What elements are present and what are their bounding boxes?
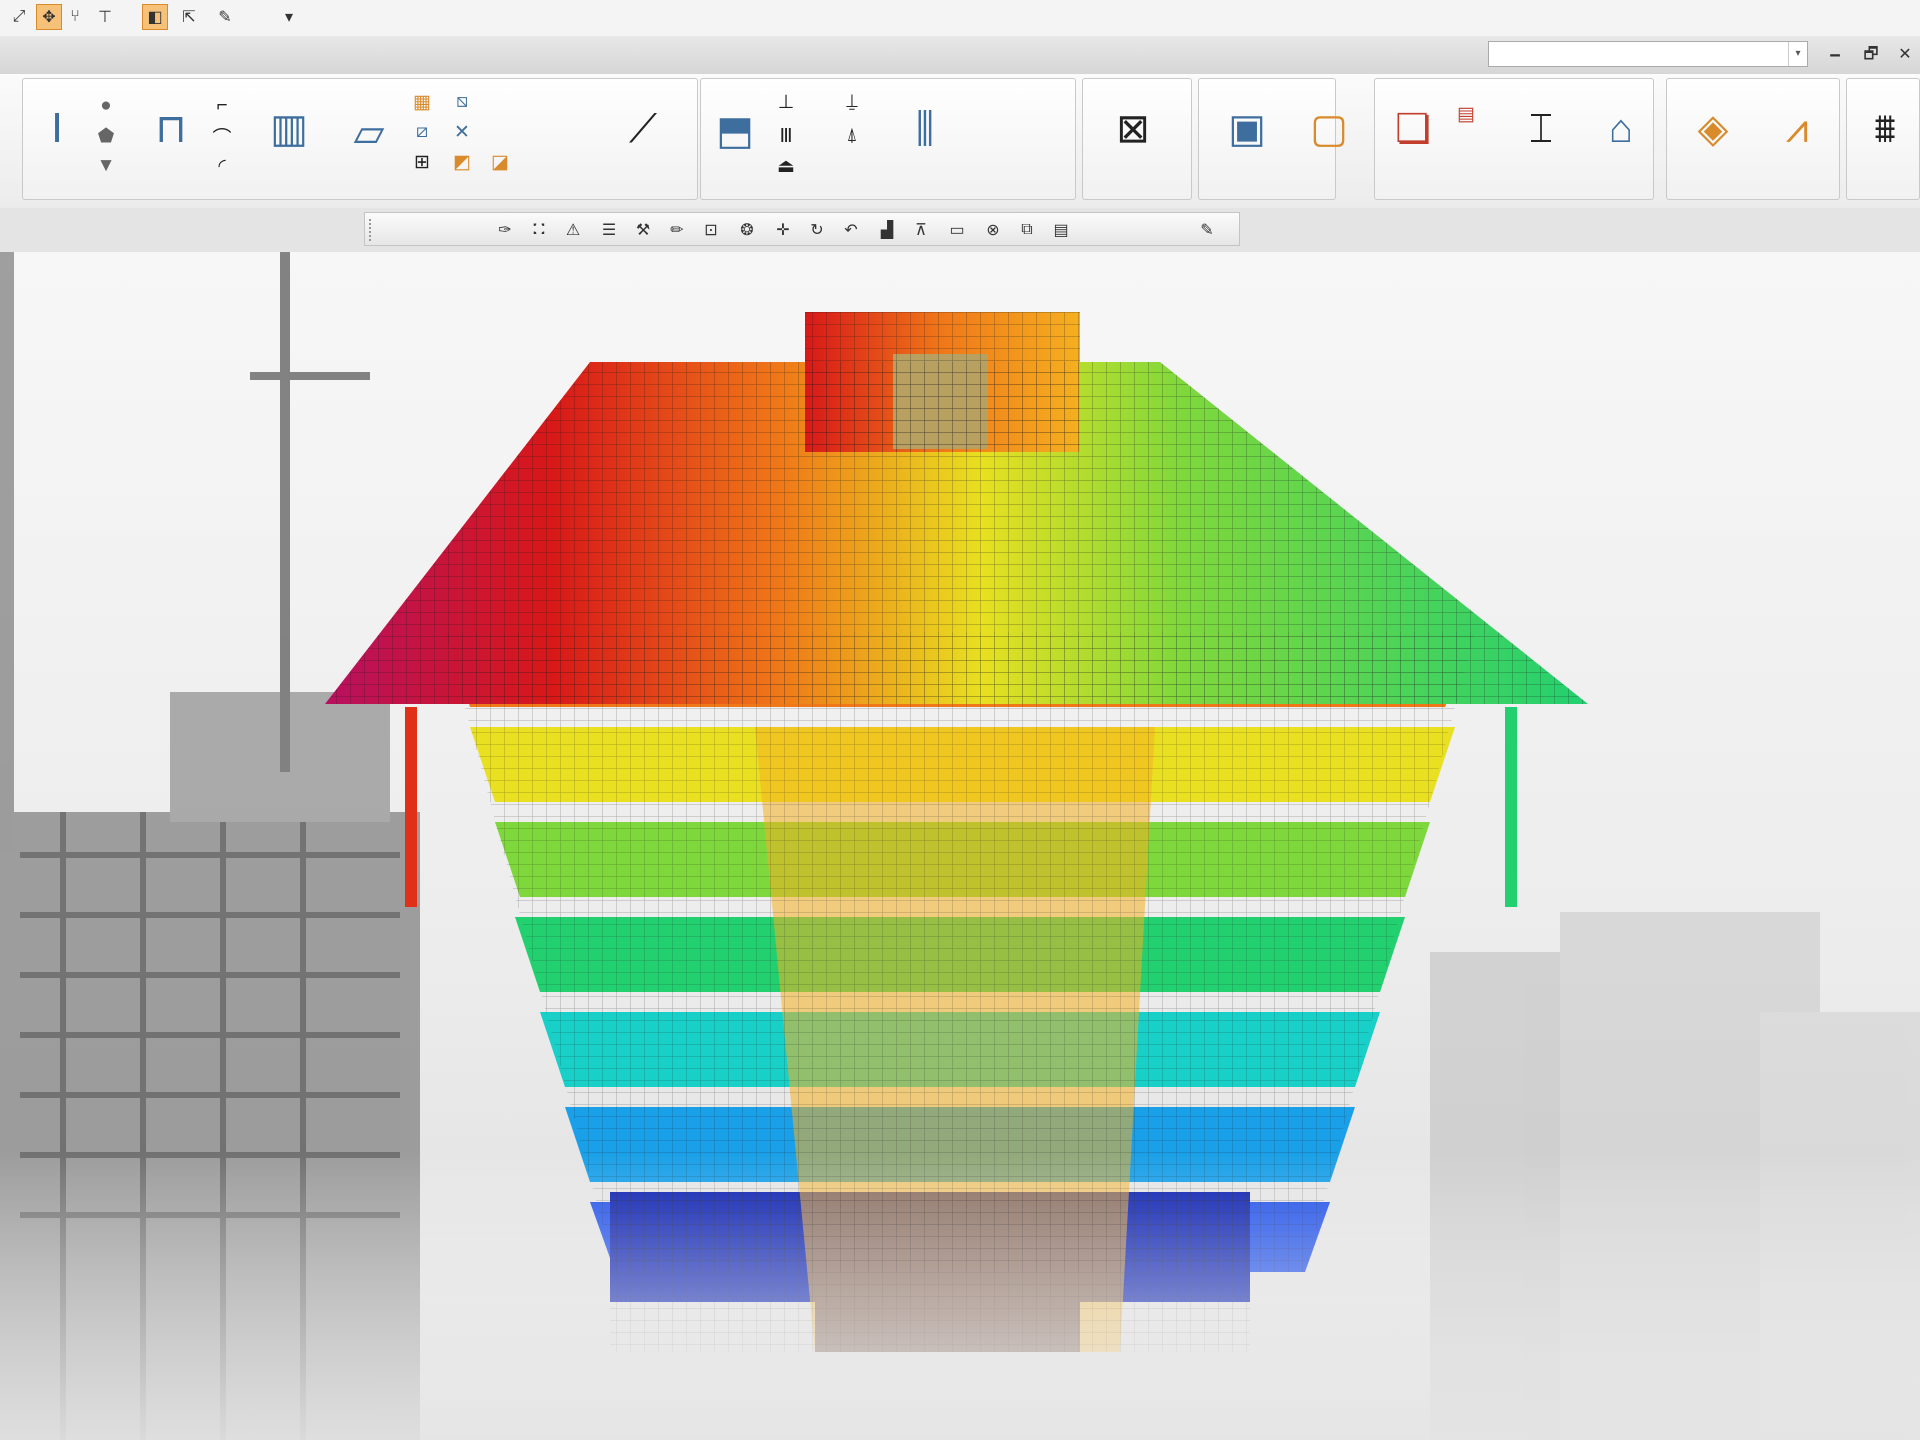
foundation-icon[interactable]: ⬒ xyxy=(708,102,762,160)
undo-icon[interactable]: ↶ xyxy=(839,218,863,242)
hatch-icon[interactable]: ⧅ xyxy=(448,88,476,116)
point-support-icon[interactable]: ⍊ xyxy=(838,88,866,116)
search-input[interactable]: ▾ xyxy=(1488,41,1808,67)
column-tool-icon[interactable]: Ⅰ xyxy=(30,100,84,158)
curved-beam-icon[interactable]: ⌒ xyxy=(208,122,236,150)
wall-tool-icon[interactable]: ▥ xyxy=(262,100,316,158)
minimize-window-icon[interactable]: 🗕 xyxy=(1822,44,1848,66)
tapered-section-icon[interactable]: ⬟ xyxy=(92,122,120,150)
bridge-icon[interactable]: ⊼ xyxy=(909,218,933,242)
color-wheel-icon[interactable]: ❂ xyxy=(735,218,759,242)
building-icon[interactable]: ⌂ xyxy=(1594,100,1648,158)
panel-icon[interactable]: ⊞ xyxy=(408,148,436,176)
beam-frame-icon[interactable]: ⊓ xyxy=(144,100,198,158)
render-icon[interactable]: ◈ xyxy=(1686,100,1740,158)
chart-icon[interactable]: ▟ xyxy=(875,218,899,242)
funnel-section-icon[interactable]: ▼ xyxy=(92,152,120,180)
support-icon[interactable]: ⊥ xyxy=(772,88,800,116)
sub-toolbar-bar: ✑ ⛚ ⚠ ☰ ⚒ ✏ ⊡ ❂ ✛ ↻ ↶ ▟ ⊼ ▭ ⊗ ⧉ ▤ ✎ xyxy=(0,208,1920,253)
spring-icon[interactable]: ⍋ xyxy=(838,122,866,150)
fork-icon[interactable]: ⑂ xyxy=(62,4,88,30)
report-item-icon[interactable]: ▤ xyxy=(1452,100,1480,128)
paint-icon[interactable]: ⛚ xyxy=(527,218,551,242)
section-design-icon[interactable]: ⌶ xyxy=(1514,100,1568,158)
panel-view-icon[interactable]: ▤ xyxy=(1049,218,1073,242)
load-panel-icon[interactable]: ◪ xyxy=(486,148,514,176)
frame-icon[interactable]: ⊡ xyxy=(699,218,723,242)
pedestal-icon[interactable]: ⏏ xyxy=(772,152,800,180)
move-icon[interactable]: ✛ xyxy=(771,218,795,242)
structure-icon[interactable]: ⩩ xyxy=(1858,100,1912,158)
frame-analysis-icon[interactable]: ⊠ xyxy=(1106,100,1160,158)
grid-icon[interactable]: ▦ xyxy=(408,88,436,116)
window-icon[interactable]: ▭ xyxy=(945,218,969,242)
viewport-canvas[interactable] xyxy=(0,252,1920,1440)
bracket-icon[interactable]: ⌐ xyxy=(208,92,236,120)
title-bar: ▾ 🗕 🗗 ✕ xyxy=(0,36,1920,75)
quick-access-toolbar: ⤢ ✥ ⑂ ⊤ ◧ ⇱ ✎ ▾ xyxy=(0,0,1920,37)
pencil-icon[interactable]: ✏ xyxy=(665,218,689,242)
binoculars-icon[interactable]: ⊗ xyxy=(981,218,1005,242)
select-icon[interactable]: ⤢ xyxy=(6,4,32,30)
ribbon: Ⅰ ● ⬟ ▼ ⊓ ⌐ ⌒ ◜ ▥ ⏥ ▦ ⧄ ⊞ ⧅ ✕ ◩ ◪ ⟋ ⬒ ⊥ Ⅲ ⏏ ⍊ ⍋ ⫼ ⊠ ▣ ▢ ❏ ▤ ⌶ ⌂ ◈ ⩘ ⩩ xyxy=(0,74,1920,209)
node-icon[interactable]: ◧ xyxy=(142,4,168,30)
search-dropdown-icon[interactable]: ▾ xyxy=(1788,42,1807,66)
opening-icon[interactable]: ⧄ xyxy=(408,118,436,146)
stair-icon[interactable]: ⟋ xyxy=(616,100,670,158)
rotate-icon[interactable]: ↻ xyxy=(805,218,829,242)
measure-icon[interactable]: ⇱ xyxy=(176,4,202,30)
edit-pen-icon[interactable]: ✎ xyxy=(1195,218,1219,242)
slab-tool-icon[interactable]: ⏥ xyxy=(342,104,396,162)
restore-window-icon[interactable]: 🗗 xyxy=(1858,44,1884,66)
column-grid-icon[interactable]: ⫼ xyxy=(898,100,952,158)
model-viewport[interactable] xyxy=(0,252,1920,1440)
pen-icon[interactable]: ✎ xyxy=(212,4,238,30)
view-window-icon[interactable]: ▣ xyxy=(1220,100,1274,158)
dimension-icon[interactable]: ⊤ xyxy=(92,4,118,30)
reports-icon[interactable]: ❏ xyxy=(1386,100,1440,158)
cross-icon[interactable]: ✕ xyxy=(448,118,476,146)
sub-toolbar: ✑ ⛚ ⚠ ☰ ⚒ ✏ ⊡ ❂ ✛ ↻ ↶ ▟ ⊼ ▭ ⊗ ⧉ ▤ ✎ xyxy=(364,212,1240,246)
pan-icon[interactable]: ✥ xyxy=(36,4,62,30)
pile-icon[interactable]: Ⅲ xyxy=(772,122,800,150)
pipette-icon[interactable]: ✑ xyxy=(493,218,517,242)
warning-icon[interactable]: ⚠ xyxy=(561,218,585,242)
tools-icon[interactable]: ⚒ xyxy=(631,218,655,242)
load-area-icon[interactable]: ◩ xyxy=(448,148,476,176)
view-window-alt-icon[interactable]: ▢ xyxy=(1302,100,1356,158)
split-view-icon[interactable]: ⧉ xyxy=(1015,218,1039,242)
close-window-icon[interactable]: ✕ xyxy=(1892,44,1918,66)
circle-section-icon[interactable]: ● xyxy=(92,92,120,120)
more-icon[interactable]: ▾ xyxy=(276,4,302,30)
fog-overlay xyxy=(0,1152,1920,1440)
truss-icon[interactable]: ⩘ xyxy=(1770,100,1824,158)
list-icon[interactable]: ☰ xyxy=(597,218,621,242)
toolbar-grip[interactable] xyxy=(369,219,375,241)
arc-icon[interactable]: ◜ xyxy=(208,152,236,180)
